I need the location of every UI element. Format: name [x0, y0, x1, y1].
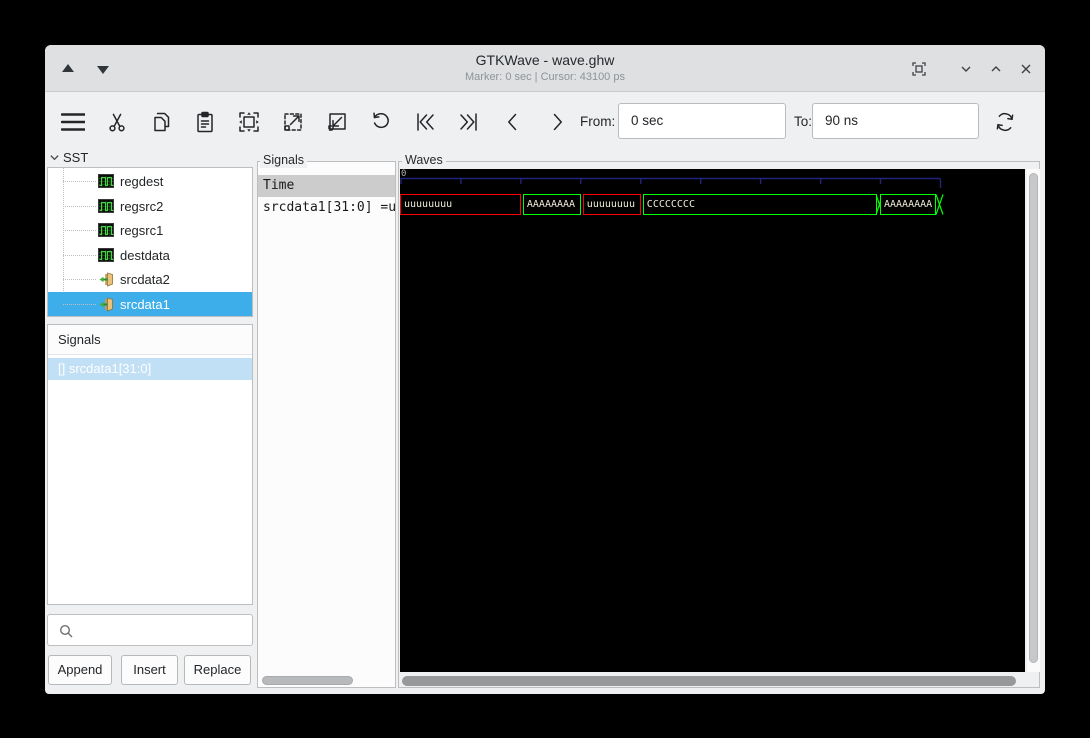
copy-button[interactable] [149, 110, 173, 134]
signals-frame-legend: Signals [260, 153, 307, 168]
skip-end-button[interactable] [457, 110, 481, 134]
maximize-icon[interactable] [988, 61, 1004, 77]
from-label: From: [580, 114, 615, 129]
tree-item-label: destdata [120, 248, 170, 263]
zoom-fit-button[interactable] [237, 110, 261, 134]
sst-header[interactable]: SST [49, 149, 88, 165]
waves-frame: Waves 0 uuuuuuuuAAAAAAAAuuuuuuuuCCCCCCCC… [398, 161, 1040, 688]
wave-signal-icon [98, 198, 114, 214]
tree-item-label: srcdata1 [120, 297, 170, 312]
tree-item-label: regsrc2 [120, 199, 163, 214]
minimize-icon[interactable] [958, 61, 974, 77]
tree-item-srcdata2[interactable]: srcdata2 [48, 267, 252, 292]
chevron-down-icon [49, 152, 60, 163]
signals-list-item[interactable]: [] srcdata1[31:0] [48, 358, 252, 380]
tree-item-regsrc1[interactable]: regsrc1 [48, 218, 252, 243]
window-subtitle: Marker: 0 sec | Cursor: 43100 ps [45, 71, 1045, 83]
port-signal-icon [98, 296, 114, 312]
port-signal-icon [98, 271, 114, 287]
undo-button[interactable] [369, 110, 393, 134]
tree-branch-line [63, 230, 96, 231]
toolbar: From: 0 sec To: 90 ns [45, 93, 1045, 150]
tree-branch-line [63, 304, 96, 305]
tree-branch-line [63, 181, 96, 182]
gtkwave-window: GTKWave - wave.ghw Marker: 0 sec | Curso… [45, 45, 1045, 694]
wave-segment-CCCCCCCC-40ns: CCCCCCCC [643, 194, 877, 215]
next-button[interactable] [545, 110, 569, 134]
to-input[interactable]: 90 ns [812, 103, 979, 139]
wave-signal-icon [98, 247, 114, 263]
prev-button[interactable] [501, 110, 525, 134]
title-bar: GTKWave - wave.ghw Marker: 0 sec | Curso… [45, 45, 1045, 92]
tree-item-label: regdest [120, 174, 163, 189]
cut-button[interactable] [105, 110, 129, 134]
wave-canvas[interactable]: 0 uuuuuuuuAAAAAAAAuuuuuuuuCCCCCCCCAAAAAA… [400, 169, 1025, 672]
tree-item-label: srcdata2 [120, 272, 170, 287]
sst-label: SST [63, 150, 88, 165]
wave-segment-AAAAAAAA-80ns: AAAAAAAA [880, 194, 936, 215]
waves-vscrollbar-thumb[interactable] [1029, 173, 1038, 663]
tree-branch-line [63, 206, 96, 207]
tree-branch-line [63, 255, 96, 256]
tree-item-destdata[interactable]: destdata [48, 243, 252, 268]
tree-item-regdest[interactable]: regdest [48, 169, 252, 194]
search-input[interactable] [47, 614, 253, 646]
tree-item-regsrc2[interactable]: regsrc2 [48, 194, 252, 219]
time-header[interactable]: Time [258, 175, 395, 197]
signal-name-row[interactable]: srcdata1[31:0] =uu [258, 197, 395, 219]
tree-item-srcdata1[interactable]: srcdata1 [48, 292, 252, 317]
append-button[interactable]: Append [48, 655, 112, 685]
tree-branch-line [63, 279, 96, 280]
signals-frame: Signals Time srcdata1[31:0] =uu [257, 161, 396, 688]
wave-segment-AAAAAAAA-20ns: AAAAAAAA [523, 194, 581, 215]
zoom-in-button[interactable] [281, 110, 305, 134]
waves-frame-legend: Waves [402, 153, 446, 168]
paste-button[interactable] [193, 110, 217, 134]
signals-hscrollbar[interactable] [262, 676, 353, 685]
signals-list-panel: Signals [] srcdata1[31:0] [47, 324, 253, 605]
signals-list-header: Signals [48, 325, 252, 355]
wave-signal-icon [98, 222, 114, 238]
wave-segment-uuuuuuuu-30ns: uuuuuuuu [583, 194, 641, 215]
to-label: To: [794, 114, 812, 129]
window-title: GTKWave - wave.ghw [45, 52, 1045, 68]
insert-button[interactable]: Insert [121, 655, 178, 685]
from-input[interactable]: 0 sec [618, 103, 786, 139]
waves-vscrollbar-track[interactable] [1027, 169, 1040, 672]
wave-signal-icon [98, 173, 114, 189]
zoom-out-button[interactable] [325, 110, 349, 134]
search-icon [58, 623, 74, 639]
skip-start-button[interactable] [413, 110, 437, 134]
reload-button[interactable] [993, 110, 1017, 134]
fullscreen-icon[interactable] [911, 61, 927, 77]
menu-button[interactable] [61, 110, 85, 134]
waves-hscrollbar[interactable] [402, 676, 1016, 686]
close-icon[interactable] [1018, 61, 1034, 77]
sst-tree: regdest regsrc2 regsrc1 destdata srcdata2 src… [47, 167, 253, 317]
tree-item-label: regsrc1 [120, 223, 163, 238]
replace-button[interactable]: Replace [184, 655, 251, 685]
wave-segment-uuuuuuuu-0ns: uuuuuuuu [400, 194, 521, 215]
